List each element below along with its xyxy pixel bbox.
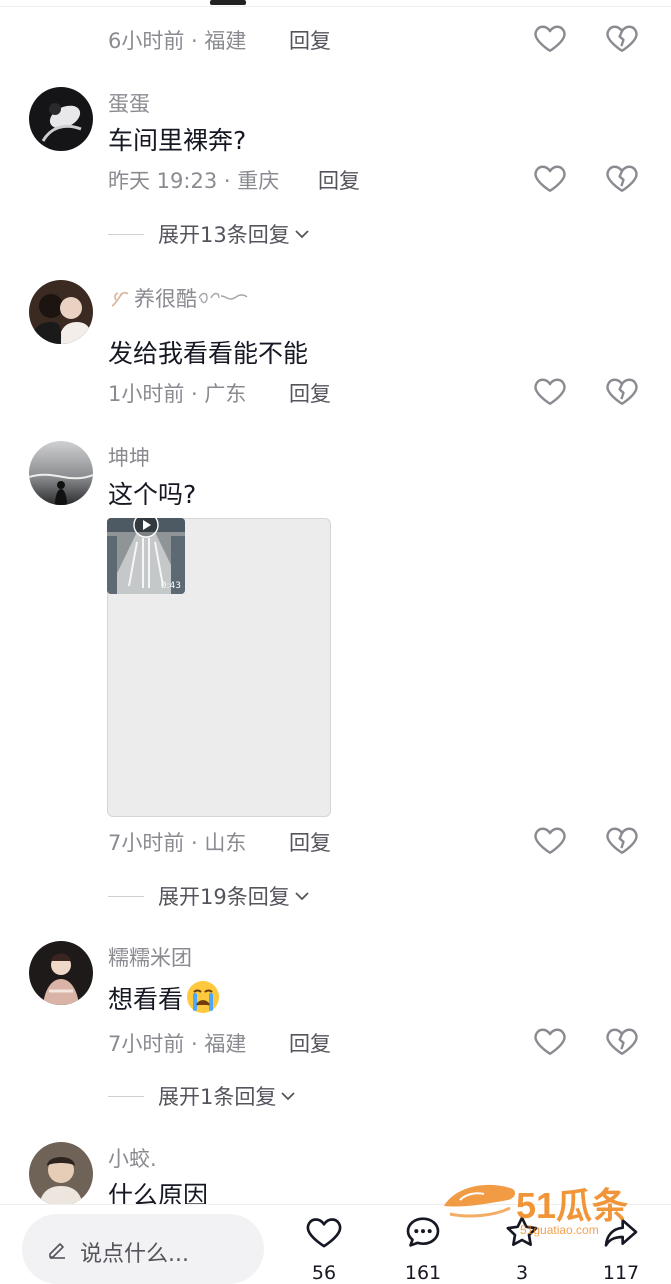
avatar[interactable] bbox=[29, 1142, 93, 1206]
comment-meta: 7小时前 · 山东 bbox=[108, 831, 247, 855]
flower-decoration-icon bbox=[111, 291, 129, 307]
username[interactable]: 小蛟. bbox=[108, 1143, 157, 1173]
expand-replies-label: 展开19条回复 bbox=[158, 885, 290, 909]
dislike-broken-heart-icon[interactable] bbox=[604, 1023, 640, 1059]
brand-watermark: 51瓜条 51guatiao.com bbox=[440, 1176, 650, 1238]
dislike-broken-heart-icon[interactable] bbox=[604, 373, 640, 409]
comment-meta: 1小时前 · 广东 bbox=[108, 382, 247, 406]
comment-meta: 7小时前 · 福建 bbox=[108, 1032, 247, 1056]
like-count: 56 bbox=[311, 1262, 337, 1284]
comment-icon bbox=[406, 1217, 440, 1247]
chevron-down-icon bbox=[295, 230, 309, 239]
like-heart-icon[interactable] bbox=[532, 20, 568, 56]
avatar[interactable] bbox=[29, 941, 93, 1005]
username[interactable]: 养很酷 bbox=[108, 283, 249, 313]
divider bbox=[108, 895, 144, 897]
comment-text: 想看看 bbox=[108, 979, 221, 1016]
share-count: 117 bbox=[602, 1262, 640, 1284]
dislike-broken-heart-icon[interactable] bbox=[604, 20, 640, 56]
play-icon bbox=[133, 518, 159, 538]
chevron-down-icon bbox=[281, 1092, 296, 1101]
expand-replies-button[interactable]: 展开13条回复 bbox=[108, 219, 312, 249]
divider bbox=[108, 1095, 144, 1097]
wave-decoration-icon bbox=[198, 292, 248, 304]
comment-count: 161 bbox=[404, 1262, 442, 1284]
video-thumbnail[interactable]: 0:43 bbox=[107, 518, 185, 594]
watermark-domain: 51guatiao.com bbox=[520, 1223, 599, 1237]
comment-text: 车间里裸奔? bbox=[108, 126, 247, 155]
watermark-logo: 51瓜条 51guatiao.com bbox=[444, 1184, 628, 1237]
expand-replies-label: 展开13条回复 bbox=[158, 223, 290, 247]
reply-button[interactable]: 回复 bbox=[289, 827, 331, 857]
pencil-icon bbox=[49, 1243, 65, 1259]
avatar[interactable] bbox=[29, 280, 93, 344]
crying-emoji-icon bbox=[187, 981, 220, 1013]
reply-button[interactable]: 回复 bbox=[289, 25, 331, 55]
watermark-brand: 51瓜条 bbox=[516, 1185, 628, 1226]
avatar[interactable] bbox=[29, 441, 93, 505]
dislike-broken-heart-icon[interactable] bbox=[604, 160, 640, 196]
reply-button[interactable]: 回复 bbox=[289, 1028, 331, 1058]
like-heart-icon[interactable] bbox=[532, 822, 568, 858]
comment-input-placeholder: 说点什么... bbox=[80, 1242, 189, 1267]
comment-text: 发给我看看能不能 bbox=[108, 339, 309, 368]
reply-button[interactable]: 回复 bbox=[318, 165, 360, 195]
comment-input[interactable]: 说点什么... bbox=[22, 1214, 264, 1284]
expand-replies-label: 展开1条回复 bbox=[158, 1085, 277, 1109]
like-heart-icon[interactable] bbox=[532, 373, 568, 409]
avatar[interactable] bbox=[29, 87, 93, 151]
drag-handle bbox=[210, 0, 246, 5]
like-button[interactable]: 56 bbox=[294, 1212, 354, 1284]
divider bbox=[108, 233, 144, 235]
like-heart-icon[interactable] bbox=[532, 160, 568, 196]
comment-text: 这个吗? bbox=[108, 480, 197, 509]
video-duration: 0:43 bbox=[160, 581, 181, 591]
comment-meta: 6小时前 · 福建 bbox=[108, 29, 247, 53]
favorite-count: 3 bbox=[515, 1262, 529, 1284]
expand-replies-button[interactable]: 展开19条回复 bbox=[108, 881, 312, 911]
like-heart-icon[interactable] bbox=[532, 1023, 568, 1059]
username-label: 养很酷 bbox=[134, 287, 197, 311]
username[interactable]: 蛋蛋 bbox=[108, 88, 150, 118]
chevron-down-icon bbox=[295, 892, 309, 901]
reply-button[interactable]: 回复 bbox=[289, 378, 331, 408]
username[interactable]: 坤坤 bbox=[108, 442, 150, 472]
username[interactable]: 糯糯米团 bbox=[108, 942, 192, 972]
comment-meta: 昨天 19:23 · 重庆 bbox=[108, 169, 280, 193]
expand-replies-button[interactable]: 展开1条回复 bbox=[108, 1081, 298, 1111]
heart-icon bbox=[306, 1218, 342, 1248]
divider bbox=[0, 6, 671, 7]
comment-text-label: 想看看 bbox=[108, 985, 184, 1014]
dislike-broken-heart-icon[interactable] bbox=[604, 822, 640, 858]
